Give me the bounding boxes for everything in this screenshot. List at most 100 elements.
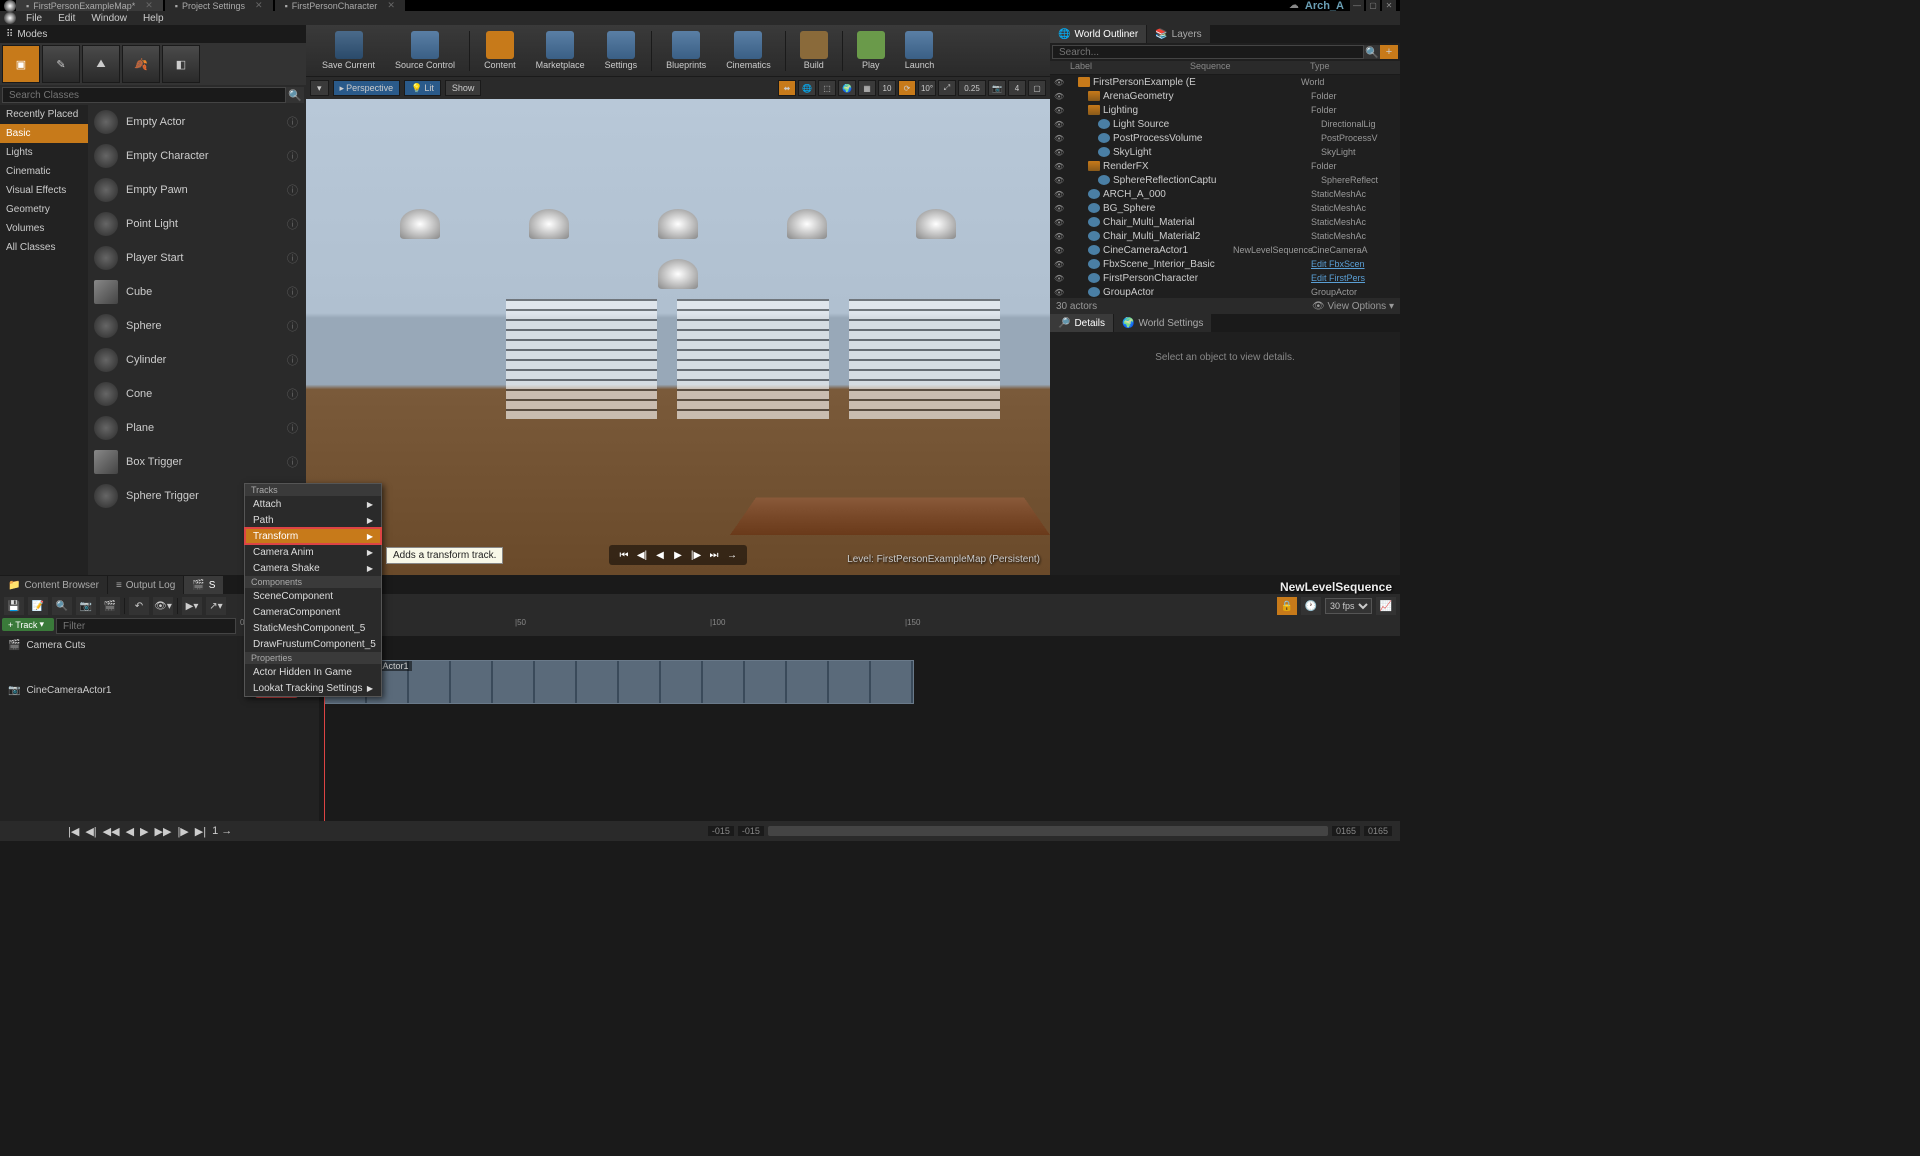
maximize-viewport-button[interactable]: ▢ xyxy=(1028,80,1046,96)
outliner-row[interactable]: 👁PostProcessVolumePostProcessV xyxy=(1050,131,1400,145)
outliner-row[interactable]: 👁FirstPersonCharacterEdit FirstPers xyxy=(1050,271,1400,285)
visibility-icon[interactable]: 👁 xyxy=(1054,176,1068,185)
visibility-icon[interactable]: 👁 xyxy=(1054,148,1068,157)
category-all-classes[interactable]: All Classes xyxy=(0,238,88,257)
visibility-icon[interactable]: 👁 xyxy=(1054,120,1068,129)
seq-next-key-button[interactable]: |▶ xyxy=(177,825,188,838)
angle-snap-value[interactable]: 10° xyxy=(918,80,936,96)
actor-item[interactable]: Sphereⓘ xyxy=(88,309,306,343)
viewport-3d[interactable]: ⏮ ◀| ◀ ▶ |▶ ⏭ → Level: FirstPersonExampl… xyxy=(306,99,1050,575)
outliner-row[interactable]: 👁ARCH_A_000StaticMeshAc xyxy=(1050,187,1400,201)
outliner-row[interactable]: 👁SphereReflectionCaptuSphereReflect xyxy=(1050,173,1400,187)
surface-snap-button[interactable]: ⬚ xyxy=(818,80,836,96)
search-classes-input[interactable] xyxy=(2,87,286,103)
seq-curve-button[interactable]: 📈 xyxy=(1376,597,1396,615)
toolbar-save-current[interactable]: Save Current xyxy=(314,29,383,72)
seq-reverse-button[interactable]: ◀ xyxy=(126,825,134,838)
actor-item[interactable]: Planeⓘ xyxy=(88,411,306,445)
to-end-button[interactable]: ⏭ xyxy=(707,548,721,562)
frame-end[interactable]: 0165 xyxy=(1332,826,1360,836)
title-tab-0[interactable]: ▪ FirstPersonExampleMap* ✕ xyxy=(16,0,163,11)
seq-loop-button[interactable]: 1 → xyxy=(212,825,232,838)
menu-help[interactable]: Help xyxy=(135,13,172,24)
minimize-button[interactable]: — xyxy=(1350,0,1364,11)
grid-snap-button[interactable]: ▦ xyxy=(858,80,876,96)
visibility-icon[interactable]: 👁 xyxy=(1054,288,1068,297)
info-icon[interactable]: ⓘ xyxy=(287,182,298,198)
outliner-row[interactable]: 👁Chair_Multi_Material2StaticMeshAc xyxy=(1050,229,1400,243)
menu-file[interactable]: File xyxy=(18,13,50,24)
angle-snap-button[interactable]: ⟳ xyxy=(898,80,916,96)
tab-world-settings[interactable]: 🌍 World Settings xyxy=(1114,314,1211,332)
camera-speed-button[interactable]: 📷 xyxy=(988,80,1006,96)
seq-find-button[interactable]: 📝 xyxy=(28,597,48,615)
camera-cuts-clip[interactable]: CineCameraActor1 xyxy=(324,660,914,704)
ctx-item-camera-shake[interactable]: Camera Shake▶ xyxy=(245,560,381,576)
outliner-search-input[interactable] xyxy=(1052,45,1364,59)
search-icon[interactable]: 🔍 xyxy=(286,87,304,103)
outliner-row[interactable]: 👁RenderFXFolder xyxy=(1050,159,1400,173)
toolbar-blueprints[interactable]: Blueprints xyxy=(658,29,714,72)
modes-drag-icon[interactable]: ⠿ xyxy=(6,29,13,40)
outliner-row[interactable]: 👁GroupActorGroupActor xyxy=(1050,285,1400,298)
tab-output-log[interactable]: ≡ Output Log xyxy=(108,576,183,594)
seq-camera-button[interactable]: 📷 xyxy=(76,597,96,615)
seq-search-button[interactable]: 🔍 xyxy=(52,597,72,615)
toolbar-cinematics[interactable]: Cinematics xyxy=(718,29,779,72)
actor-item[interactable]: Empty Actorⓘ xyxy=(88,105,306,139)
actor-item[interactable]: Empty Characterⓘ xyxy=(88,139,306,173)
coord-space-button[interactable]: 🌐 xyxy=(798,80,816,96)
frame-start[interactable]: -015 xyxy=(708,826,734,836)
ctx-item-actor-hidden-in-game[interactable]: Actor Hidden In Game xyxy=(245,664,381,680)
visibility-icon[interactable]: 👁 xyxy=(1054,78,1068,87)
tab-sequencer[interactable]: 🎬 S xyxy=(184,576,223,594)
loop-button[interactable]: → xyxy=(725,548,739,562)
visibility-icon[interactable]: 👁 xyxy=(1054,246,1068,255)
to-start-button[interactable]: ⏮ xyxy=(617,548,631,562)
seq-render-button[interactable]: 🎬 xyxy=(100,597,120,615)
track-filter-input[interactable] xyxy=(56,618,236,634)
toolbar-launch[interactable]: Launch xyxy=(897,29,943,72)
toolbar-content[interactable]: Content xyxy=(476,29,524,72)
seq-play-button[interactable]: ▶ xyxy=(140,825,148,838)
grid-snap-value[interactable]: 10 xyxy=(878,80,896,96)
visibility-icon[interactable]: 👁 xyxy=(1054,106,1068,115)
visibility-icon[interactable]: 👁 xyxy=(1054,190,1068,199)
outliner-search-icon[interactable]: 🔍 xyxy=(1364,45,1380,59)
category-volumes[interactable]: Volumes xyxy=(0,219,88,238)
tab-world-outliner[interactable]: 🌐 World Outliner xyxy=(1050,25,1146,43)
view-options-button[interactable]: 👁 View Options ▾ xyxy=(1312,301,1394,312)
category-cinematic[interactable]: Cinematic xyxy=(0,162,88,181)
actor-item[interactable]: Box Triggerⓘ xyxy=(88,445,306,479)
seq-playback-button[interactable]: ↗▾ xyxy=(206,597,226,615)
ctx-item-attach[interactable]: Attach▶ xyxy=(245,496,381,512)
ctx-item-staticmeshcomponent_5[interactable]: StaticMeshComponent_5 xyxy=(245,620,381,636)
toolbar-build[interactable]: Build xyxy=(792,29,836,72)
seq-save-button[interactable]: 💾 xyxy=(4,597,24,615)
outliner-row[interactable]: 👁Light SourceDirectionalLig xyxy=(1050,117,1400,131)
scale-snap-value[interactable]: 0.25 xyxy=(958,80,986,96)
add-track-button[interactable]: + Track ▾ xyxy=(2,618,54,631)
landscape-mode-button[interactable]: ⛰ xyxy=(82,45,120,83)
show-button[interactable]: Show xyxy=(445,80,482,96)
seq-time-button[interactable]: 🕐 xyxy=(1301,597,1321,615)
ctx-item-cameracomponent[interactable]: CameraComponent xyxy=(245,604,381,620)
add-actor-button[interactable]: + xyxy=(1380,45,1398,59)
menu-window[interactable]: Window xyxy=(83,13,135,24)
paint-mode-button[interactable]: ✎ xyxy=(42,45,80,83)
visibility-icon[interactable]: 👁 xyxy=(1054,92,1068,101)
info-icon[interactable]: ⓘ xyxy=(287,114,298,130)
seq-prev-key-button[interactable]: ◀| xyxy=(85,825,96,838)
world-button[interactable]: 🌍 xyxy=(838,80,856,96)
visibility-icon[interactable]: 👁 xyxy=(1054,260,1068,269)
visibility-icon[interactable]: 👁 xyxy=(1054,274,1068,283)
scale-snap-button[interactable]: ⤢ xyxy=(938,80,956,96)
category-visual-effects[interactable]: Visual Effects xyxy=(0,181,88,200)
actor-item[interactable]: Player Startⓘ xyxy=(88,241,306,275)
outliner-row[interactable]: 👁LightingFolder xyxy=(1050,103,1400,117)
transform-gizmo-button[interactable]: ⬌ xyxy=(778,80,796,96)
seq-to-end-button[interactable]: ▶| xyxy=(195,825,206,838)
toolbar-play[interactable]: Play xyxy=(849,29,893,72)
actor-item[interactable]: Cubeⓘ xyxy=(88,275,306,309)
step-back-button[interactable]: ◀| xyxy=(635,548,649,562)
